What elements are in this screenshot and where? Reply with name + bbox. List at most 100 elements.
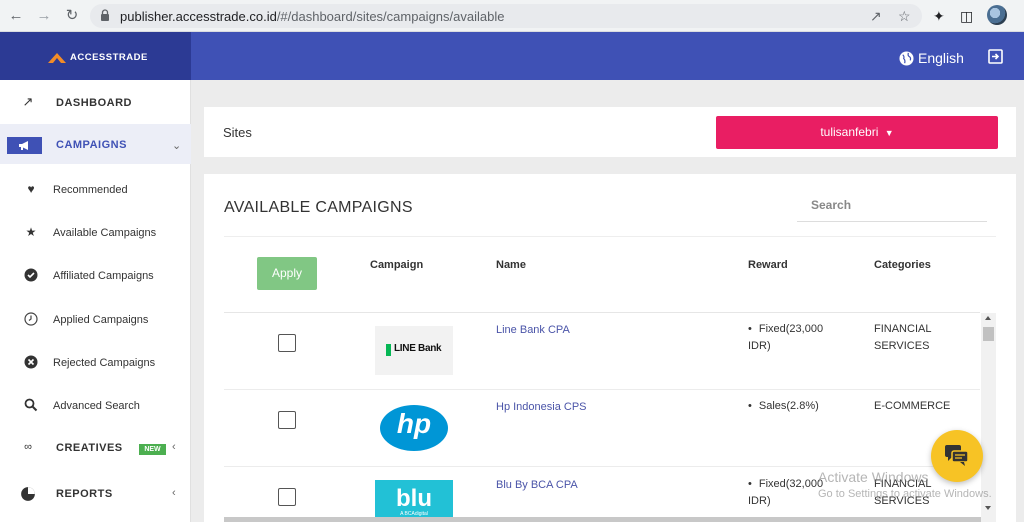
sidebar-item-label: Affiliated Campaigns	[53, 270, 154, 282]
column-header-reward[interactable]: Reward	[748, 259, 788, 271]
chat-icon	[945, 445, 969, 466]
site-selector-button[interactable]: tulisanfebri ▼	[716, 116, 998, 149]
url-host: publisher.accesstrade.co.id	[120, 9, 277, 24]
divider	[224, 312, 980, 313]
check-circle-icon	[24, 268, 38, 282]
row-checkbox[interactable]	[278, 411, 296, 429]
chat-button[interactable]	[931, 430, 983, 482]
divider	[224, 389, 980, 390]
selected-site-label: tulisanfebri	[820, 125, 879, 139]
windows-watermark-subtitle: Go to Settings to activate Windows.	[818, 488, 992, 500]
brand-name: ACCESSTRADE	[70, 52, 148, 63]
logo-text: hp	[396, 408, 432, 439]
sites-label: Sites	[223, 125, 252, 140]
logout-icon[interactable]	[988, 49, 1003, 64]
sidebar-item-label: Recommended	[53, 184, 128, 196]
sidebar-item-affiliated-campaigns[interactable]: Affiliated Campaigns	[0, 258, 191, 294]
row-checkbox[interactable]	[278, 334, 296, 352]
url-path: /#/dashboard/sites/campaigns/available	[276, 9, 505, 24]
sidebar-item-label: Rejected Campaigns	[53, 357, 156, 369]
sidebar-item-label: CREATIVES	[56, 442, 123, 454]
apply-button[interactable]: Apply	[257, 257, 317, 290]
extensions-icon[interactable]: ✦	[933, 6, 945, 26]
category-text: E-COMMERCE	[874, 400, 951, 412]
column-header-campaign[interactable]: Campaign	[370, 259, 423, 271]
reward-value: Fixed(32,000	[758, 478, 824, 490]
reward-unit: IDR)	[748, 340, 771, 352]
language-selector[interactable]: English	[899, 50, 964, 66]
pie-chart-icon	[21, 487, 35, 501]
reward-cell: Fixed(23,000 IDR)	[748, 321, 853, 355]
sidebar-item-dashboard[interactable]: ↗ DASHBOARD	[0, 82, 191, 122]
accesstrade-logo-icon	[48, 53, 66, 63]
linebank-mark-icon	[386, 344, 391, 356]
campaign-logo-linebank[interactable]: LINE Bank	[375, 326, 453, 375]
reward-value: Sales(2.8%)	[758, 400, 819, 412]
sidebar-item-label: CAMPAIGNS	[56, 139, 127, 151]
address-bar[interactable]: publisher.accesstrade.co.id/#/dashboard/…	[90, 4, 922, 28]
sidebar-item-available-campaigns[interactable]: ★ Available Campaigns	[0, 215, 191, 251]
campaign-logo-hp[interactable]: hp	[375, 403, 453, 452]
link-icon: ∞	[24, 441, 32, 453]
forward-arrow-icon[interactable]: →	[34, 6, 54, 26]
sidebar-item-label: Advanced Search	[53, 400, 140, 412]
chevron-left-icon: ‹	[172, 487, 176, 499]
trending-icon: ↗	[22, 94, 34, 109]
category-cell: FINANCIAL SERVICES	[874, 321, 974, 355]
logo-text: LINE Bank	[394, 343, 442, 354]
chevron-down-icon: ⌄	[172, 140, 182, 152]
windows-watermark-title: Activate Windows	[818, 469, 929, 485]
column-header-name[interactable]: Name	[496, 259, 526, 271]
sidebar-item-label: REPORTS	[56, 488, 113, 500]
caret-down-icon: ▼	[884, 128, 894, 138]
reward-unit: IDR)	[748, 495, 771, 507]
share-icon[interactable]: ↗	[870, 8, 882, 25]
scroll-down-icon[interactable]	[985, 506, 991, 510]
sidepanel-icon[interactable]: ◫	[960, 6, 973, 26]
campaign-name-link[interactable]: Hp Indonesia CPS	[496, 401, 587, 413]
heart-icon: ♥	[27, 182, 35, 196]
campaign-logo-blu[interactable]: blu A BCAdigital	[375, 480, 453, 518]
divider	[224, 236, 996, 237]
category-text: SERVICES	[874, 340, 930, 352]
scrollbar-thumb[interactable]	[983, 327, 994, 341]
new-badge: NEW	[139, 444, 166, 455]
reward-value: Fixed(23,000	[758, 323, 824, 335]
sidebar-item-advanced-search[interactable]: Advanced Search	[0, 388, 191, 424]
sidebar: ↗ DASHBOARD CAMPAIGNS ⌄ ♥ Recommended ★ …	[0, 80, 191, 522]
globe-icon	[899, 50, 914, 66]
chevron-left-icon: ‹	[172, 441, 176, 453]
category-cell: E-COMMERCE	[874, 398, 974, 415]
sidebar-item-creatives[interactable]: ∞ CREATIVES NEW ‹	[0, 428, 191, 468]
search-icon	[24, 398, 38, 412]
category-text: FINANCIAL	[874, 323, 932, 335]
sidebar-item-rejected-campaigns[interactable]: Rejected Campaigns	[0, 345, 191, 381]
sidebar-item-label: DASHBOARD	[56, 97, 132, 109]
campaigns-icon-box	[7, 137, 42, 154]
url-text: publisher.accesstrade.co.id/#/dashboard/…	[120, 9, 504, 24]
search-placeholder: Search	[811, 198, 852, 212]
horizontal-scrollbar[interactable]	[224, 517, 981, 522]
logo-text: blu	[396, 485, 432, 512]
column-header-categories[interactable]: Categories	[874, 259, 931, 271]
row-checkbox[interactable]	[278, 488, 296, 506]
reload-icon[interactable]: ↻	[62, 6, 82, 26]
megaphone-icon	[19, 141, 28, 150]
sidebar-item-applied-campaigns[interactable]: Applied Campaigns	[0, 302, 191, 338]
bookmark-star-icon[interactable]: ☆	[898, 8, 911, 25]
campaign-name-link[interactable]: Line Bank CPA	[496, 324, 570, 336]
x-circle-icon	[24, 355, 38, 369]
clock-icon	[24, 312, 38, 326]
sidebar-item-campaigns[interactable]: CAMPAIGNS ⌄	[0, 124, 191, 164]
sidebar-item-recommended[interactable]: ♥ Recommended	[0, 172, 191, 208]
profile-avatar[interactable]	[987, 5, 1007, 25]
scroll-up-icon[interactable]	[985, 316, 991, 320]
campaign-name-link[interactable]: Blu By BCA CPA	[496, 479, 578, 491]
back-arrow-icon[interactable]: ←	[6, 6, 26, 26]
lock-icon	[101, 9, 109, 21]
sidebar-item-label: Available Campaigns	[53, 227, 157, 239]
reward-cell: Sales(2.8%)	[748, 398, 853, 415]
language-label: English	[918, 50, 964, 66]
sidebar-item-reports[interactable]: REPORTS ‹	[0, 474, 191, 514]
page-title: AVAILABLE CAMPAIGNS	[224, 199, 413, 216]
